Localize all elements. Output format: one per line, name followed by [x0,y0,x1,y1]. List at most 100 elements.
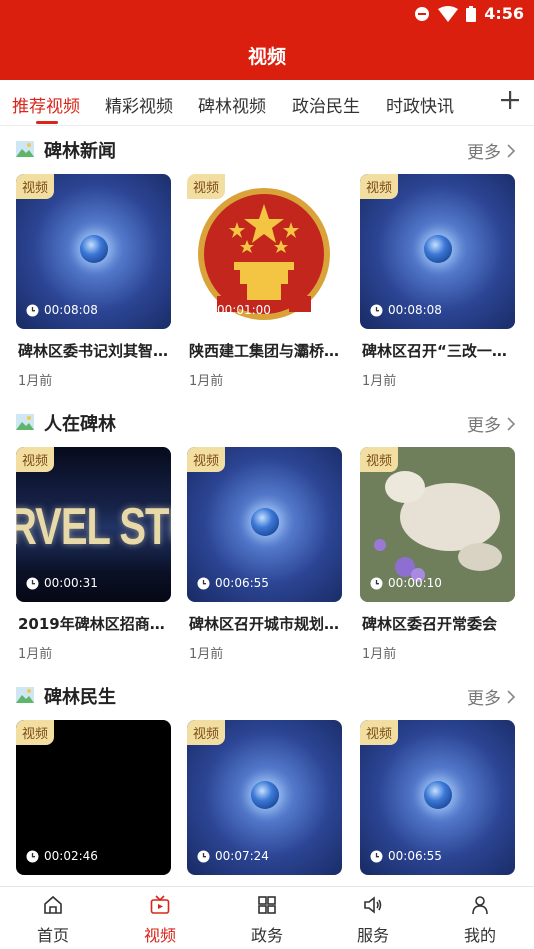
chevron-right-icon [507,143,516,158]
clock-icon [370,304,383,316]
more-label: 更多 [467,143,501,163]
video-duration: 00:00:10 [370,576,442,590]
video-time: 1月前 [362,647,397,662]
clock-icon [197,850,210,862]
nav-label: 我的 [463,926,496,945]
tab-current-affairs[interactable]: 时政快讯 [386,92,454,117]
status-bar: 4:56 [0,0,534,30]
clock-icon [370,850,383,862]
video-thumbnail[interactable]: 视频 00:01:00 [187,174,342,329]
video-card[interactable]: 视频 00:08:08 碑林区召开“三改一通… 1月前 [360,174,515,389]
nav-government[interactable]: 政务 [214,887,320,949]
section-header: 人在碑林 更多 [0,407,534,437]
section-title: 碑林民生 [44,687,116,708]
person-icon [472,896,488,915]
video-duration: 00:08:08 [26,303,98,317]
video-title[interactable]: 碑林区委书记刘其智… [18,340,171,361]
duration-text: 00:01:00 [217,303,271,317]
duration-text: 00:08:08 [388,303,442,317]
video-badge: 视频 [16,174,55,199]
nav-label: 视频 [143,926,176,945]
video-time: 1月前 [18,374,53,389]
status-icons: 4:56 [414,4,524,23]
video-badge: 视频 [360,720,399,745]
do-not-disturb-icon [415,6,430,21]
tab-beilin-video[interactable]: 碑林视频 [198,92,266,117]
active-tab-indicator [36,121,58,124]
more-link[interactable]: 更多 [467,411,516,436]
globe-graphic [424,781,452,809]
clock-icon [26,850,39,862]
video-card[interactable]: 视频 00:00:10 碑林区委召开常委会 1月前 [360,447,515,662]
more-label: 更多 [467,416,501,436]
nav-home[interactable]: 首页 [0,887,106,949]
video-badge: 视频 [360,447,399,472]
clock-icon [26,304,39,316]
category-tabs: 推荐视频 精彩视频 碑林视频 政治民生 时政快讯 [0,80,534,126]
section-title: 人在碑林 [44,414,116,435]
video-thumbnail[interactable]: 视频 00:06:55 [187,447,342,602]
tab-featured-video[interactable]: 精彩视频 [105,92,173,117]
video-thumbnail[interactable]: 视频 00:07:24 [187,720,342,875]
globe-graphic [251,781,279,809]
nav-video[interactable]: 视频 [107,887,213,949]
more-link[interactable]: 更多 [467,138,516,163]
status-time: 4:56 [484,4,524,23]
chevron-right-icon [507,416,516,431]
section-title: 碑林新闻 [44,141,116,162]
video-thumbnail[interactable]: 视频 00:08:08 [360,174,515,329]
tab-recommended-video[interactable]: 推荐视频 [12,92,80,117]
video-duration: 00:02:46 [26,849,98,863]
video-title[interactable]: 陕西建工集团与灞桥… [189,340,342,361]
video-duration: 00:00:31 [26,576,98,590]
video-thumbnail[interactable]: 视频 00:06:55 [360,720,515,875]
grid-icon [258,896,276,914]
globe-graphic [80,235,108,263]
nav-profile[interactable]: 我的 [427,887,533,949]
wifi-icon [438,5,459,22]
video-badge: 视频 [187,720,226,745]
battery-icon [466,5,477,22]
app-root: 4:56 视频 推荐视频 精彩视频 碑林视频 政治民生 时政快讯 碑林新闻 更多 [0,0,534,949]
section-header: 碑林新闻 更多 [0,134,534,164]
video-title[interactable]: 碑林区委召开常委会 [362,613,515,634]
video-duration: 00:07:24 [197,849,269,863]
more-label: 更多 [467,689,501,709]
home-icon [44,895,62,914]
video-time: 1月前 [189,374,224,389]
video-card[interactable]: 视频 00:02:46 [16,720,171,875]
nav-label: 首页 [36,926,69,945]
video-duration: 00:08:08 [370,303,442,317]
video-thumbnail[interactable]: 视频 00:00:10 [360,447,515,602]
video-card[interactable]: 视频 00:06:55 [360,720,515,875]
duration-text: 00:00:31 [44,576,98,590]
video-title[interactable]: 碑林区召开城市规划… [189,613,342,634]
video-duration: 00:01:00 [217,303,271,317]
bottom-navigation: 首页 视频 政务 服务 我的 [0,886,534,949]
nav-service[interactable]: 服务 [320,887,426,949]
globe-graphic [251,508,279,536]
clock-icon [370,577,383,589]
video-title[interactable]: 碑林区召开“三改一通… [362,340,515,361]
video-badge: 视频 [187,447,226,472]
video-thumbnail[interactable]: RVEL STUD 视频 00:00:31 [16,447,171,602]
video-card[interactable]: 视频 00:06:55 碑林区召开城市规划… 1月前 [187,447,342,662]
chevron-right-icon [507,689,516,704]
video-card[interactable]: RVEL STUD 视频 00:00:31 2019年碑林区招商推… 1月前 [16,447,171,662]
page-title: 视频 [247,45,286,68]
video-time: 1月前 [362,374,397,389]
tv-icon [150,895,170,914]
tab-politics-livelihood[interactable]: 政治民生 [292,92,360,117]
video-card[interactable]: 视频 00:08:08 碑林区委书记刘其智… 1月前 [16,174,171,389]
video-duration: 00:06:55 [370,849,442,863]
clock-icon [26,577,39,589]
video-title[interactable]: 2019年碑林区招商推… [18,613,171,634]
video-thumbnail[interactable]: 视频 00:02:46 [16,720,171,875]
video-thumbnail[interactable]: 视频 00:08:08 [16,174,171,329]
video-card[interactable]: 视频 00:07:24 [187,720,342,875]
video-badge: 视频 [187,174,226,199]
more-link[interactable]: 更多 [467,684,516,709]
video-card[interactable]: 视频 00:01:00 陕西建工集团与灞桥… 1月前 [187,174,342,389]
plus-icon[interactable] [498,88,522,112]
duration-text: 00:00:10 [388,576,442,590]
